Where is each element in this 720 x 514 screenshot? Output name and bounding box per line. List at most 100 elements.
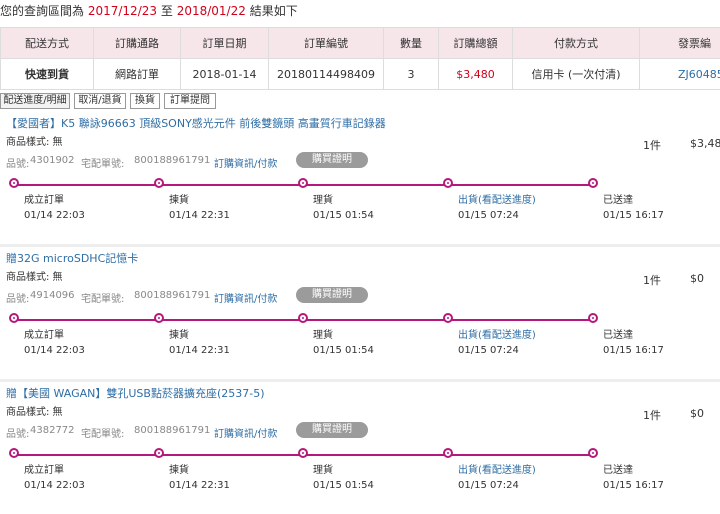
query-range-text: 您的查詢區間為 2017/12/23 至 2018/01/22 結果如下 (0, 2, 298, 19)
orders-table: 配送方式 訂購通路 訂單日期 訂單編號 數量 訂購總額 付款方式 發票編 快速到… (0, 27, 720, 90)
order-info-link[interactable]: 訂購資訊/付款 (214, 290, 277, 305)
receipt-button[interactable]: 購買證明 (296, 287, 368, 303)
step-time: 01/15 16:17 (603, 480, 664, 491)
header-invoice: 發票編 (640, 28, 720, 59)
progress-dot (298, 178, 308, 188)
step-time: 01/15 01:54 (313, 210, 374, 221)
step-time: 01/14 22:03 (24, 345, 85, 356)
order-total: $3,480 (439, 59, 513, 90)
step-time: 01/14 22:03 (24, 210, 85, 221)
step-label: 已送達 (603, 326, 633, 341)
item-name-link[interactable]: 【愛國者】K5 聯詠96663 頂級SONY感光元件 前後雙鏡頭 高畫質行車記錄… (6, 115, 386, 131)
item-ship-label: 宅配單號: (81, 155, 124, 170)
item-sku-label: 品號: (6, 155, 29, 170)
item-ship-no: 800188961791 (134, 425, 210, 436)
step-time: 01/15 07:24 (458, 345, 519, 356)
item-style: 商品樣式: 無 (6, 268, 63, 283)
order-item: 贈【美國 WAGAN】雙孔USB點菸器擴充座(2537-5) 商品樣式: 無 1… (0, 382, 720, 514)
item-qty: 1件 (643, 272, 661, 288)
item-price: $0 (690, 272, 704, 285)
progress-dot (298, 448, 308, 458)
header-delivery: 配送方式 (1, 28, 94, 59)
order-qty: 3 (384, 59, 439, 90)
step-label: 揀貨 (169, 191, 189, 206)
item-ship-no: 800188961791 (134, 290, 210, 301)
orders-header-row: 配送方式 訂購通路 訂單日期 訂單編號 數量 訂購總額 付款方式 發票編 (1, 28, 720, 59)
progress-dot (298, 313, 308, 323)
progress-dot (154, 178, 164, 188)
query-middle: 至 (161, 4, 173, 18)
step-label-tracking-link[interactable]: 出貨(看配送進度) (458, 191, 536, 206)
order-info-link[interactable]: 訂購資訊/付款 (214, 155, 277, 170)
step-label-tracking-link[interactable]: 出貨(看配送進度) (458, 326, 536, 341)
query-suffix: 結果如下 (250, 4, 298, 18)
step-label: 理貨 (313, 461, 333, 476)
order-info-link[interactable]: 訂購資訊/付款 (214, 425, 277, 440)
step-label-tracking-link[interactable]: 出貨(看配送進度) (458, 461, 536, 476)
tab-order-question[interactable]: 訂單提問 (164, 93, 216, 109)
order-number: 20180114498409 (269, 59, 384, 90)
step-label: 成立訂單 (24, 191, 64, 206)
order-item: 贈32G microSDHC記憶卡 商品樣式: 無 1件 $0 品號: 4914… (0, 247, 720, 379)
item-name-link[interactable]: 贈【美國 WAGAN】雙孔USB點菸器擴充座(2537-5) (6, 385, 265, 401)
item-sku-label: 品號: (6, 290, 29, 305)
order-date: 2018-01-14 (181, 59, 269, 90)
progress-dot (443, 448, 453, 458)
item-style: 商品樣式: 無 (6, 403, 63, 418)
item-price: $0 (690, 407, 704, 420)
header-order-no: 訂單編號 (269, 28, 384, 59)
step-time: 01/14 22:31 (169, 480, 230, 491)
order-item: 【愛國者】K5 聯詠96663 頂級SONY感光元件 前後雙鏡頭 高畫質行車記錄… (0, 112, 720, 244)
order-payment: 信用卡 (一次付清) (513, 59, 640, 90)
step-label: 理貨 (313, 326, 333, 341)
progress-dot (588, 448, 598, 458)
progress-dot (154, 313, 164, 323)
item-sku: 4382772 (30, 425, 75, 436)
receipt-button[interactable]: 購買證明 (296, 422, 368, 438)
step-time: 01/15 07:24 (458, 210, 519, 221)
progress-dot (588, 313, 598, 323)
header-qty: 數量 (384, 28, 439, 59)
step-label: 已送達 (603, 461, 633, 476)
step-label: 理貨 (313, 191, 333, 206)
receipt-button[interactable]: 購買證明 (296, 152, 368, 168)
item-sku-label: 品號: (6, 425, 29, 440)
order-delivery: 快速到貨 (1, 59, 94, 90)
item-qty: 1件 (643, 407, 661, 423)
step-label: 成立訂單 (24, 326, 64, 341)
header-date: 訂單日期 (181, 28, 269, 59)
query-end-date: 2018/01/22 (177, 4, 246, 18)
progress-dot (443, 178, 453, 188)
tab-cancel-return[interactable]: 取消/退貨 (74, 93, 126, 109)
query-prefix: 您的查詢區間為 (0, 4, 84, 18)
step-label: 已送達 (603, 191, 633, 206)
progress-dot (588, 178, 598, 188)
item-price: $3,480 (690, 137, 720, 150)
progress-dot (9, 448, 19, 458)
step-time: 01/14 22:31 (169, 210, 230, 221)
item-divider (0, 244, 720, 247)
header-payment: 付款方式 (513, 28, 640, 59)
item-qty: 1件 (643, 137, 661, 153)
item-sku: 4301902 (30, 155, 75, 166)
progress-dot (9, 313, 19, 323)
item-style: 商品樣式: 無 (6, 133, 63, 148)
header-total: 訂購總額 (439, 28, 513, 59)
step-label: 成立訂單 (24, 461, 64, 476)
order-row: 快速到貨 網路訂單 2018-01-14 20180114498409 3 $3… (1, 59, 720, 90)
progress-dot (154, 448, 164, 458)
item-ship-label: 宅配單號: (81, 425, 124, 440)
step-label: 揀貨 (169, 461, 189, 476)
query-start-date: 2017/12/23 (88, 4, 157, 18)
step-time: 01/14 22:03 (24, 480, 85, 491)
item-divider (0, 379, 720, 382)
item-ship-no: 800188961791 (134, 155, 210, 166)
step-time: 01/14 22:31 (169, 345, 230, 356)
item-ship-label: 宅配單號: (81, 290, 124, 305)
order-channel: 網路訂單 (94, 59, 181, 90)
tab-exchange[interactable]: 換貨 (130, 93, 160, 109)
order-invoice-link[interactable]: ZJ60485 (640, 59, 720, 90)
item-sku: 4914096 (30, 290, 75, 301)
tab-shipping-detail[interactable]: 配送進度/明細 (0, 93, 70, 109)
item-name-link[interactable]: 贈32G microSDHC記憶卡 (6, 250, 138, 266)
